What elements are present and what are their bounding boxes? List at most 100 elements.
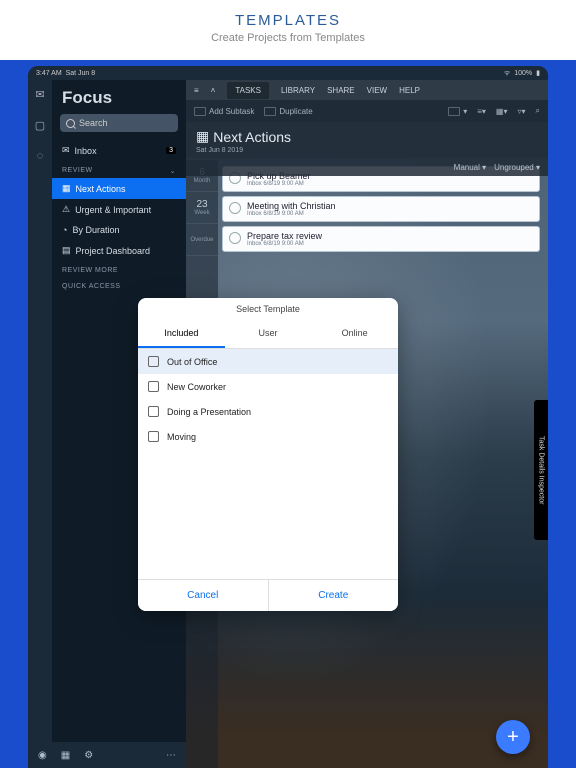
- clock-icon: ◔: [62, 225, 67, 235]
- user-icon[interactable]: ◉: [38, 750, 47, 761]
- add-subtask-button[interactable]: Add Subtask: [194, 107, 254, 116]
- calendar-icon: ▦: [62, 183, 71, 194]
- status-time: 3:47 AM: [36, 70, 62, 77]
- inbox-icon[interactable]: ✉: [35, 88, 44, 101]
- sidebar-item-dashboard[interactable]: ▤ Project Dashboard: [52, 240, 186, 261]
- sidebar-title: Focus: [52, 86, 186, 114]
- search-icon: [66, 119, 75, 128]
- task-meta: Inbox 6/8/19 9:00 AM: [247, 211, 336, 217]
- header-date: Sat Jun 8 2019: [196, 147, 538, 154]
- sidebar-item-label: By Duration: [72, 225, 119, 235]
- duplicate-icon: [264, 107, 276, 116]
- task-meta: Inbox 6/8/19 9:00 AM: [247, 241, 322, 247]
- task-row[interactable]: Prepare tax reviewInbox 6/8/19 9:00 AM: [222, 226, 540, 252]
- template-list: Out of Office New Coworker Doing a Present…: [138, 349, 398, 579]
- device-frame: 3:47 AM Sat Jun 8 ᯤ 100% ▮ ✉ ▢ ◌ Focus S…: [28, 66, 548, 768]
- tray-icon: ✉: [62, 145, 70, 156]
- template-row[interactable]: Doing a Presentation: [138, 399, 398, 424]
- nav-rail: ✉ ▢ ◌: [28, 80, 52, 768]
- checkbox-icon: [148, 356, 159, 367]
- wifi-icon: ᯤ: [504, 69, 510, 78]
- status-bar: 3:47 AM Sat Jun 8 ᯤ 100% ▮: [28, 66, 548, 80]
- page-icon[interactable]: ▢: [35, 119, 45, 132]
- promo-banner: TEMPLATES Create Projects from Templates: [0, 0, 576, 60]
- sidebar-quick-access[interactable]: QUICK ACCESS: [52, 277, 186, 293]
- app-bar: ≡ ˄ TASKS LIBRARY SHARE VIEW HELP: [186, 80, 548, 100]
- menu-icon[interactable]: ≡: [194, 86, 199, 95]
- status-date: Sat Jun 8: [66, 70, 96, 77]
- checkbox-icon: [148, 406, 159, 417]
- task-title: Meeting with Christian: [247, 201, 336, 211]
- content-header: ▦Next Actions Sat Jun 8 2019: [186, 122, 548, 158]
- list-button[interactable]: ≡▾: [477, 107, 486, 116]
- calendar-icon: ▦: [196, 128, 209, 145]
- add-button[interactable]: +: [496, 720, 530, 754]
- sidebar-item-label: Next Actions: [76, 184, 126, 194]
- sidebar-item-urgent[interactable]: ⚠ Urgent & Important: [52, 199, 186, 220]
- tab-help[interactable]: HELP: [399, 86, 420, 95]
- cancel-button[interactable]: Cancel: [138, 580, 268, 611]
- sidebar-item-duration[interactable]: ◔ By Duration: [52, 220, 186, 240]
- template-label: Moving: [167, 432, 196, 442]
- search-placeholder: Search: [79, 118, 108, 128]
- layout-button[interactable]: ▾: [448, 107, 467, 116]
- template-label: New Coworker: [167, 382, 226, 392]
- template-label: Out of Office: [167, 357, 217, 367]
- tab-share[interactable]: SHARE: [327, 86, 355, 95]
- dashboard-icon: ▤: [62, 245, 71, 256]
- subtask-icon: [194, 107, 206, 116]
- tab-tasks[interactable]: TASKS: [227, 82, 269, 99]
- chevron-down-icon[interactable]: ⌄: [170, 167, 176, 175]
- template-row[interactable]: Out of Office: [138, 349, 398, 374]
- task-checkbox[interactable]: [229, 232, 241, 244]
- time-overdue[interactable]: Overdue: [186, 224, 218, 256]
- globe-icon[interactable]: ◌: [37, 150, 44, 162]
- duplicate-button[interactable]: Duplicate: [264, 107, 312, 116]
- promo-subtitle: Create Projects from Templates: [0, 32, 576, 44]
- group-ungrouped[interactable]: Ungrouped ▾: [494, 163, 540, 172]
- alert-icon: ⚠: [62, 204, 70, 215]
- sidebar-review-more[interactable]: REVIEW MORE: [52, 261, 186, 277]
- sidebar-inbox[interactable]: ✉ Inbox 3: [52, 140, 186, 161]
- chevron-up-icon[interactable]: ˄: [211, 86, 216, 95]
- modal-tabs: Included User Online: [138, 320, 398, 349]
- time-week[interactable]: 23Week: [186, 192, 218, 224]
- status-battery: 100%: [514, 70, 532, 77]
- modal-title: Select Template: [138, 298, 398, 320]
- tab-included[interactable]: Included: [138, 320, 225, 348]
- more-icon[interactable]: ⋯: [166, 750, 176, 761]
- sort-bar: Manual ▾ Ungrouped ▾: [186, 158, 548, 176]
- sidebar-section-review: REVIEW ⌄: [52, 161, 186, 178]
- task-row[interactable]: Meeting with ChristianInbox 6/8/19 9:00 …: [222, 196, 540, 222]
- settings-icon[interactable]: ⚙: [84, 750, 93, 761]
- task-title: Prepare tax review: [247, 231, 322, 241]
- tab-user[interactable]: User: [225, 320, 312, 348]
- inspector-tab[interactable]: Task Details Inspector: [534, 400, 548, 540]
- template-row[interactable]: New Coworker: [138, 374, 398, 399]
- tab-library[interactable]: LIBRARY: [281, 86, 315, 95]
- checkbox-icon: [148, 431, 159, 442]
- sidebar-item-label: Urgent & Important: [75, 205, 151, 215]
- task-checkbox[interactable]: [229, 202, 241, 214]
- search-input[interactable]: Search: [60, 114, 178, 132]
- promo-title: TEMPLATES: [0, 12, 576, 29]
- create-button[interactable]: Create: [268, 580, 399, 611]
- checkbox-icon: [148, 381, 159, 392]
- sidebar-item-next-actions[interactable]: ▦ Next Actions: [52, 178, 186, 199]
- sidebar-item-label: Project Dashboard: [76, 246, 151, 256]
- calendar-dock-icon[interactable]: ▦: [61, 750, 70, 761]
- search-button[interactable]: ⌕: [536, 106, 540, 116]
- inbox-count-badge: 3: [166, 147, 176, 154]
- bottom-dock: ◉ ▦ ⚙ ⋯: [28, 742, 186, 768]
- grid-button[interactable]: ▦▾: [496, 107, 508, 116]
- template-label: Doing a Presentation: [167, 407, 251, 417]
- template-row[interactable]: Moving: [138, 424, 398, 449]
- tab-online[interactable]: Online: [311, 320, 398, 348]
- task-list: Pick up BeamerInbox 6/8/19 9:00 AMMeetin…: [222, 166, 540, 256]
- filter-button[interactable]: ▿▾: [517, 107, 525, 116]
- page-title: Next Actions: [213, 129, 291, 145]
- tab-view[interactable]: VIEW: [367, 86, 387, 95]
- sort-manual[interactable]: Manual ▾: [454, 163, 487, 172]
- toolbar: Add Subtask Duplicate ▾ ≡▾ ▦▾ ▿▾ ⌕: [186, 100, 548, 122]
- select-template-modal: Select Template Included User Online Out…: [138, 298, 398, 611]
